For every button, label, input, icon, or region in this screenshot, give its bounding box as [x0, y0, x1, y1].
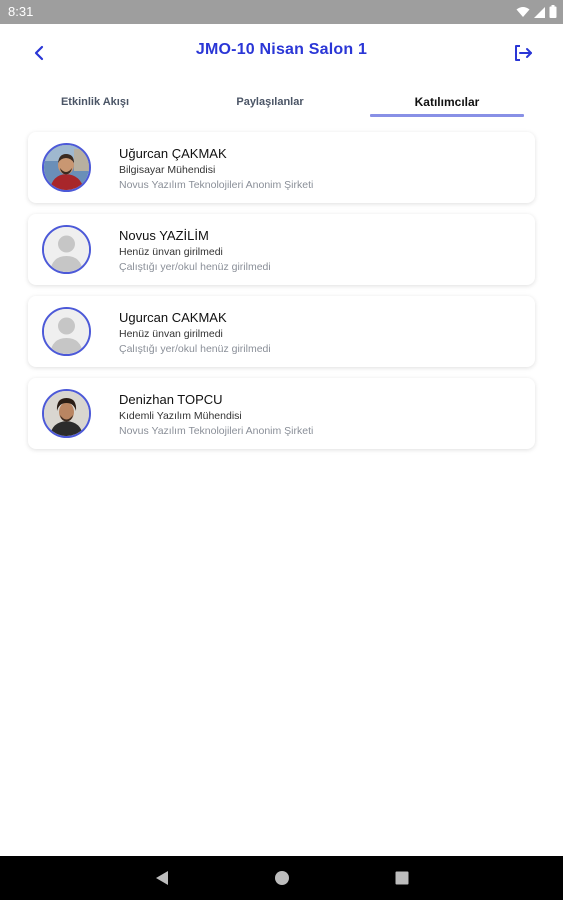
- avatar: [42, 389, 91, 438]
- triangle-back-icon: [156, 871, 168, 885]
- participant-name: Ugurcan CAKMAK: [119, 310, 227, 325]
- nav-home-button[interactable]: [270, 866, 294, 890]
- active-tab-indicator: [370, 114, 524, 117]
- avatar: [42, 143, 91, 192]
- user-photo-icon: [44, 391, 89, 436]
- participant-list: Uğurcan ÇAKMAK Bilgisayar Mühendisi Novu…: [28, 132, 535, 460]
- battery-icon: [549, 5, 557, 18]
- logout-icon: [515, 45, 532, 61]
- participant-title: Henüz ünvan girilmedi: [119, 246, 223, 258]
- avatar: [42, 225, 91, 274]
- participant-card[interactable]: Uğurcan ÇAKMAK Bilgisayar Mühendisi Novu…: [28, 132, 535, 203]
- system-nav-bar: [0, 856, 563, 900]
- participant-name: Denizhan TOPCU: [119, 392, 223, 407]
- avatar: [42, 307, 91, 356]
- user-photo-icon: [44, 145, 89, 190]
- circle-home-icon: [275, 871, 289, 885]
- app-header: JMO-10 Nisan Salon 1: [0, 24, 563, 80]
- participant-title: Henüz ünvan girilmedi: [119, 328, 223, 340]
- participant-title: Kıdemli Yazılım Mühendisi: [119, 410, 242, 422]
- tab-shared[interactable]: Paylaşılanlar: [210, 88, 330, 116]
- wifi-icon: [516, 6, 530, 17]
- nav-back-button[interactable]: [150, 866, 174, 890]
- status-time: 8:31: [8, 4, 34, 19]
- user-placeholder-icon: [44, 309, 89, 354]
- participant-company: Novus Yazılım Teknolojileri Anonim Şirke…: [119, 425, 314, 437]
- participant-company: Çalıştığı yer/okul henüz girilmedi: [119, 343, 271, 355]
- participant-name: Novus YAZİLİM: [119, 228, 209, 243]
- participant-name: Uğurcan ÇAKMAK: [119, 146, 227, 161]
- signal-icon: [534, 6, 545, 18]
- participant-card[interactable]: Novus YAZİLİM Henüz ünvan girilmedi Çalı…: [28, 214, 535, 285]
- tab-bar: Etkinlik Akışı Paylaşılanlar Katılımcıla…: [0, 88, 563, 118]
- back-button[interactable]: [26, 40, 52, 66]
- tab-participants[interactable]: Katılımcılar: [370, 88, 524, 116]
- nav-recents-button[interactable]: [390, 866, 414, 890]
- status-icons: [516, 5, 557, 18]
- participant-card[interactable]: Denizhan TOPCU Kıdemli Yazılım Mühendisi…: [28, 378, 535, 449]
- logout-button[interactable]: [511, 40, 537, 66]
- user-placeholder-icon: [44, 227, 89, 272]
- tab-event-flow[interactable]: Etkinlik Akışı: [40, 88, 150, 116]
- chevron-left-icon: [34, 45, 44, 61]
- participant-title: Bilgisayar Mühendisi: [119, 164, 216, 176]
- participant-company: Çalıştığı yer/okul henüz girilmedi: [119, 261, 271, 273]
- participant-company: Novus Yazılım Teknolojileri Anonim Şirke…: [119, 179, 314, 191]
- status-bar: 8:31: [0, 0, 563, 24]
- square-recents-icon: [395, 871, 409, 885]
- participant-card[interactable]: Ugurcan CAKMAK Henüz ünvan girilmedi Çal…: [28, 296, 535, 367]
- page-title: JMO-10 Nisan Salon 1: [195, 41, 368, 58]
